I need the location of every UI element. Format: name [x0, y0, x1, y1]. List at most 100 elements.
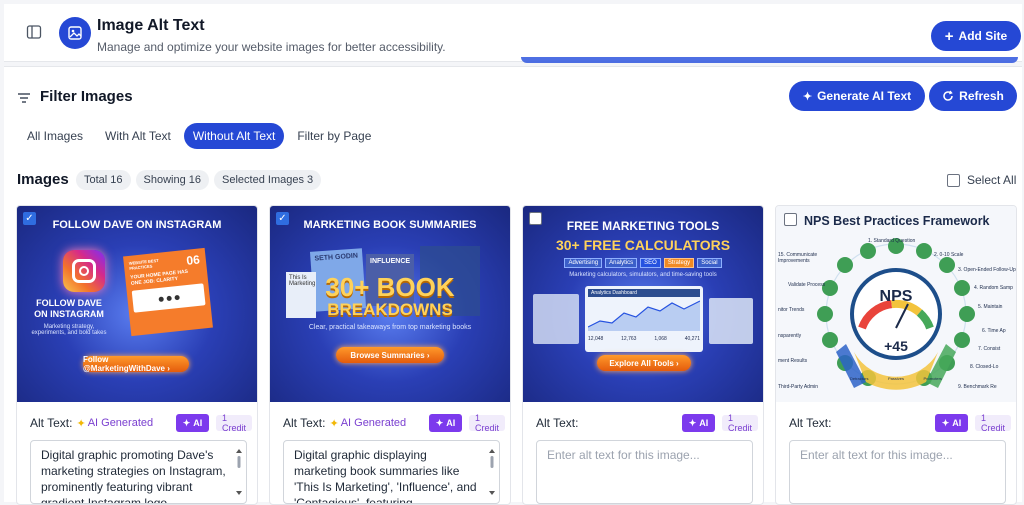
thumb-big-heading: 30+ FREE CALCULATORS	[555, 237, 731, 253]
refresh-button[interactable]: Refresh	[929, 81, 1017, 111]
select-all-label: Select All	[967, 173, 1017, 187]
thumb-big-heading: 30+ BOOK	[325, 272, 455, 302]
ai-generated-badge: ✦ AI Generated	[76, 417, 154, 430]
image-icon	[59, 17, 91, 49]
image-thumbnail[interactable]: FREE MARKETING TOOLS 30+ FREE CALCULATOR…	[523, 206, 763, 402]
scrollbar[interactable]	[489, 449, 495, 495]
category-pills: Advertising Analytics SEO Strategy Socia…	[545, 258, 741, 268]
page-header: Image Alt Text Manage and optimize your …	[4, 4, 1022, 62]
generate-ai-text-button[interactable]: ✦ Generate AI Text	[789, 81, 925, 111]
sparkle-icon: ✦	[182, 417, 191, 428]
alt-text-row: Alt Text: ✦ AI 1 Credit	[789, 413, 1011, 433]
nps-right-labels: 1. Standard Question 2. 0-10 Scale 3. Op…	[868, 238, 1016, 390]
plus-icon: +	[944, 27, 954, 45]
alt-text-input[interactable]: Enter alt text for this image...	[789, 440, 1006, 504]
card-checkbox[interactable]: ✓	[276, 212, 289, 225]
ai-generate-button[interactable]: ✦ AI	[682, 414, 715, 432]
image-thumbnail[interactable]: NPS Best Practices Framework NPS +45 15.…	[776, 206, 1016, 402]
instagram-logo-icon	[63, 250, 105, 292]
alt-text-input[interactable]: Digital graphic displaying marketing boo…	[283, 440, 500, 504]
poster-text: YOUR HOME PAGE HAS ONE JOB: CLARITY	[130, 268, 189, 287]
decorative-strip	[521, 57, 1018, 63]
alt-text-placeholder: Enter alt text for this image...	[800, 448, 953, 462]
credit-badge: 1 Credit	[216, 413, 252, 433]
image-card[interactable]: MARKETING BOOK SUMMARIES SETH GODIN INFL…	[269, 205, 511, 505]
thumb-heading: MARKETING BOOK SUMMARIES	[303, 219, 477, 231]
thumb-cta: Browse Summaries ›	[336, 347, 444, 363]
sparkle-icon: ✦	[76, 417, 86, 430]
poster-label: WEBSITE BEST PRACTICES	[128, 257, 159, 271]
showing-badge: Showing 16	[135, 170, 210, 190]
image-thumbnail[interactable]: MARKETING BOOK SUMMARIES SETH GODIN INFL…	[270, 206, 510, 402]
sidebar-toggle-icon[interactable]	[26, 24, 42, 40]
image-card[interactable]: NPS Best Practices Framework NPS +45 15.…	[775, 205, 1017, 505]
alt-text-label: Alt Text:	[283, 416, 326, 430]
add-site-label: Add Site	[958, 29, 1008, 43]
alt-text-value: Digital graphic promoting Dave's marketi…	[41, 448, 226, 504]
alt-text-input[interactable]: Enter alt text for this image...	[536, 440, 753, 504]
images-panel: Filter Images ✦ Generate AI Text Refresh…	[4, 66, 1022, 505]
ai-generate-button[interactable]: ✦ AI	[176, 414, 209, 432]
alt-text-input[interactable]: Digital graphic promoting Dave's marketi…	[30, 440, 247, 504]
image-thumbnail[interactable]: FOLLOW DAVE ON INSTAGRAM WEBSITE BEST PR…	[17, 206, 257, 402]
page-title: Image Alt Text	[97, 17, 205, 34]
filter-title: Filter Images	[40, 88, 133, 105]
image-card[interactable]: FOLLOW DAVE ON INSTAGRAM WEBSITE BEST PR…	[16, 205, 258, 505]
generate-ai-text-label: Generate AI Text	[817, 89, 912, 103]
sparkle-icon: ✦	[435, 417, 444, 428]
thumb-big-subheading: BREAKDOWNS	[327, 300, 453, 319]
thumb-heading: FOLLOW DAVE ON INSTAGRAM	[52, 219, 222, 231]
thumb-tagline: Marketing strategy, experiments, and bol…	[31, 324, 107, 336]
nps-center-label: NPS	[879, 288, 913, 305]
total-badge: Total 16	[76, 170, 131, 190]
tab-without-alt-text[interactable]: Without Alt Text	[183, 123, 285, 149]
page-subtitle: Manage and optimize your website images …	[97, 40, 446, 54]
nps-segments: Detractors Passives Promoters	[850, 376, 942, 381]
card-checkbox[interactable]: ✓	[23, 212, 36, 225]
nps-left-labels: 15. Communicate Improvements Validate Pr…	[778, 252, 826, 390]
alt-text-value: Digital graphic displaying marketing boo…	[294, 448, 477, 504]
alt-text-label: Alt Text:	[30, 416, 73, 430]
poster-number: 06	[185, 252, 201, 268]
images-title: Images	[17, 171, 69, 188]
credit-badge: 1 Credit	[975, 413, 1011, 433]
image-count-chips: Total 16 Showing 16 Selected Images 3	[76, 170, 322, 190]
alt-text-row: Alt Text: ✦ AI Generated ✦ AI 1 Credit	[30, 413, 252, 433]
filter-tabs: All Images With Alt Text Without Alt Tex…	[18, 123, 380, 149]
credit-badge: 1 Credit	[722, 413, 758, 433]
select-all-checkbox[interactable]: Select All	[947, 173, 1016, 187]
thumb-heading: FREE MARKETING TOOLS	[566, 219, 720, 233]
thumb-tagline: Marketing calculators, simulators, and t…	[569, 272, 717, 278]
thumb-subheading: FOLLOW DAVE ON INSTAGRAM	[34, 298, 104, 319]
sparkle-icon: ✦	[688, 417, 697, 428]
thumb-cta: Follow @MarketingWithDave ›	[83, 355, 189, 373]
credit-badge: 1 Credit	[469, 413, 505, 433]
card-checkbox[interactable]	[529, 212, 542, 225]
card-checkbox[interactable]	[784, 213, 797, 226]
image-card[interactable]: FREE MARKETING TOOLS 30+ FREE CALCULATOR…	[522, 205, 764, 505]
selected-badge: Selected Images 3	[214, 170, 322, 190]
tab-with-alt-text[interactable]: With Alt Text	[96, 123, 180, 149]
select-all-box[interactable]	[947, 173, 960, 187]
ai-generate-button[interactable]: ✦ AI	[429, 414, 462, 432]
alt-text-row: Alt Text: ✦ AI 1 Credit	[536, 413, 758, 433]
poster-card: WEBSITE BEST PRACTICES 06 YOUR HOME PAGE…	[123, 247, 213, 337]
refresh-label: Refresh	[959, 89, 1004, 103]
tab-all-images[interactable]: All Images	[18, 123, 92, 149]
thumb-cta: Explore All Tools ›	[597, 355, 691, 371]
alt-text-row: Alt Text: ✦ AI Generated ✦ AI 1 Credit	[283, 413, 505, 433]
sparkle-icon: ✦	[802, 90, 813, 103]
ai-generated-badge: ✦ AI Generated	[329, 417, 407, 430]
app-frame: Image Alt Text Manage and optimize your …	[0, 0, 1024, 505]
tab-filter-by-page[interactable]: Filter by Page	[288, 123, 380, 149]
add-site-button[interactable]: + Add Site	[931, 21, 1021, 51]
thumb-tagline: Clear, practical takeaways from top mark…	[308, 324, 472, 331]
sparkle-icon: ✦	[329, 417, 339, 430]
scrollbar[interactable]	[236, 449, 242, 495]
dashboard-mock: Analytics Dashboard 12,048 12,763 1,068 40,…	[585, 286, 703, 352]
ai-generate-button[interactable]: ✦ AI	[935, 414, 968, 432]
alt-text-label: Alt Text:	[536, 416, 579, 430]
filter-icon	[18, 93, 30, 103]
refresh-icon	[943, 90, 953, 101]
alt-text-label: Alt Text:	[789, 416, 832, 430]
